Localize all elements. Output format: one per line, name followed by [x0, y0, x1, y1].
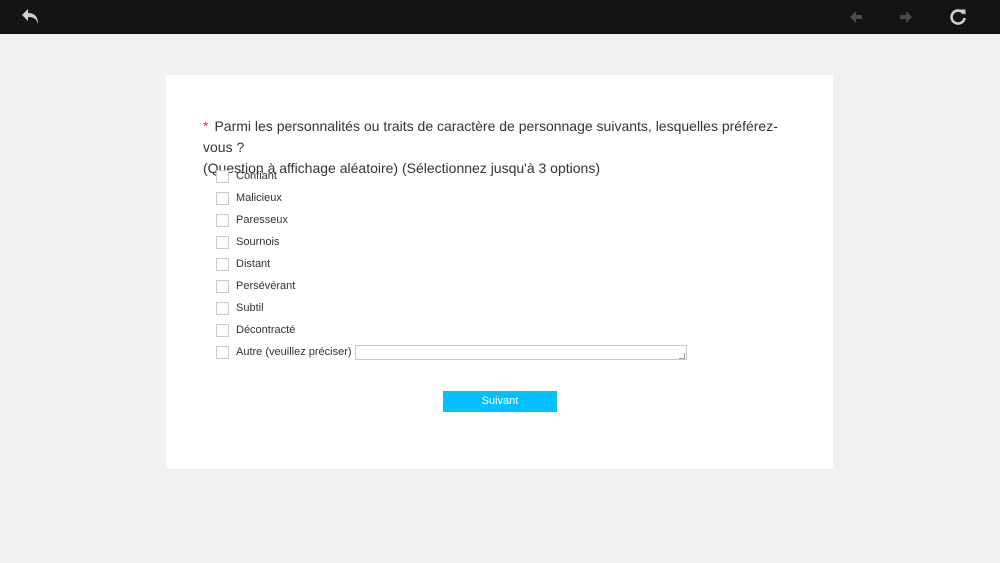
question-line-1: * Parmi les personnalités ou traits de ca…: [203, 116, 803, 158]
next-button[interactable]: Suivant: [443, 391, 557, 412]
option-distant[interactable]: Distant: [216, 253, 796, 275]
option-label: Subtil: [236, 302, 264, 314]
question-title: Parmi les personnalités ou traits de car…: [203, 118, 778, 155]
option-checkbox[interactable]: [216, 191, 229, 205]
undo-arrow-icon: [21, 8, 41, 26]
option-checkbox[interactable]: [216, 235, 229, 249]
option-checkbox[interactable]: [216, 301, 229, 315]
option-paresseux[interactable]: Paresseux: [216, 209, 796, 231]
required-marker: *: [203, 118, 209, 134]
option-label: Autre (veuillez préciser): [236, 346, 352, 358]
option-label: Malicieux: [236, 192, 282, 204]
option-label: Distant: [236, 258, 271, 270]
reload-icon: [949, 8, 967, 26]
option-label: Persévérant: [236, 280, 296, 292]
option-confiant[interactable]: Confiant: [216, 165, 796, 187]
option-checkbox[interactable]: [216, 279, 229, 293]
option-checkbox[interactable]: [216, 345, 229, 359]
option-autre[interactable]: Autre (veuillez préciser): [216, 341, 796, 363]
option-sournois[interactable]: Sournois: [216, 231, 796, 253]
previous-button[interactable]: [839, 0, 873, 34]
option-label: Sournois: [236, 236, 280, 248]
reload-button[interactable]: [941, 0, 975, 34]
option-malicieux[interactable]: Malicieux: [216, 187, 796, 209]
option-label: Paresseux: [236, 214, 288, 226]
previous-arrow-icon: [848, 9, 864, 25]
option-label: Décontracté: [236, 324, 296, 336]
option-label: Confiant: [236, 170, 277, 182]
options-list: Confiant Malicieux Paresseux Sournois Di…: [216, 165, 796, 363]
top-toolbar: [0, 0, 1000, 34]
resize-handle[interactable]: [678, 353, 685, 359]
option-subtil[interactable]: Subtil: [216, 297, 796, 319]
option-checkbox[interactable]: [216, 323, 229, 337]
option-checkbox[interactable]: [216, 169, 229, 183]
other-specify-field[interactable]: [354, 344, 687, 360]
next-page-button[interactable]: [889, 0, 923, 34]
survey-card: * Parmi les personnalités ou traits de ca…: [166, 75, 833, 468]
option-checkbox[interactable]: [216, 257, 229, 271]
option-perseverant[interactable]: Persévérant: [216, 275, 796, 297]
next-arrow-icon: [898, 9, 914, 25]
back-button[interactable]: [14, 0, 48, 34]
option-checkbox[interactable]: [216, 213, 229, 227]
option-decontracte[interactable]: Décontracté: [216, 319, 796, 341]
